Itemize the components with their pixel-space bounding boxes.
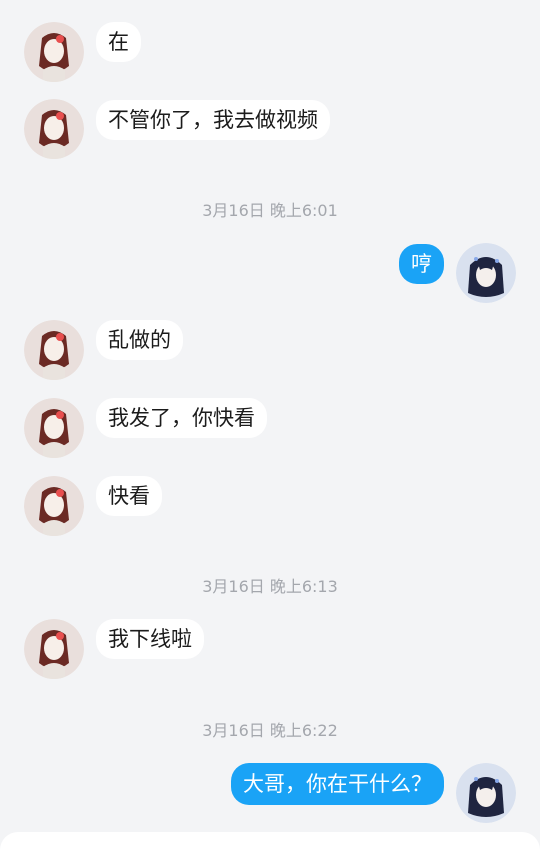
contact-avatar-icon[interactable] — [24, 476, 84, 536]
contact-avatar-icon[interactable] — [24, 99, 84, 159]
message-timestamp: 3月16日 晚上6:22 — [202, 721, 338, 740]
message-bubble-outgoing[interactable]: 哼 — [399, 244, 444, 284]
message-timestamp: 3月16日 晚上6:01 — [202, 201, 338, 220]
contact-avatar-icon[interactable] — [24, 320, 84, 380]
message-bubble-outgoing[interactable]: 大哥，你在干什么？ — [231, 763, 444, 805]
message-bubble[interactable]: 我发了，你快看 — [96, 398, 267, 438]
contact-avatar-icon[interactable] — [24, 398, 84, 458]
message-bubble[interactable]: 乱做的 — [96, 320, 183, 360]
message-bubble[interactable]: 我下线啦 — [96, 619, 204, 659]
self-avatar-icon[interactable] — [456, 763, 516, 823]
message-bubble[interactable]: 不管你了，我去做视频 — [96, 100, 330, 140]
message-timestamp: 3月16日 晚上6:13 — [202, 577, 338, 596]
contact-avatar-icon[interactable] — [24, 619, 84, 679]
message-bubble[interactable]: 快看 — [96, 476, 162, 516]
self-avatar-icon[interactable] — [456, 243, 516, 303]
message-bubble[interactable]: 在 — [96, 22, 141, 62]
contact-avatar-icon[interactable] — [24, 22, 84, 82]
message-composer[interactable] — [0, 832, 540, 862]
